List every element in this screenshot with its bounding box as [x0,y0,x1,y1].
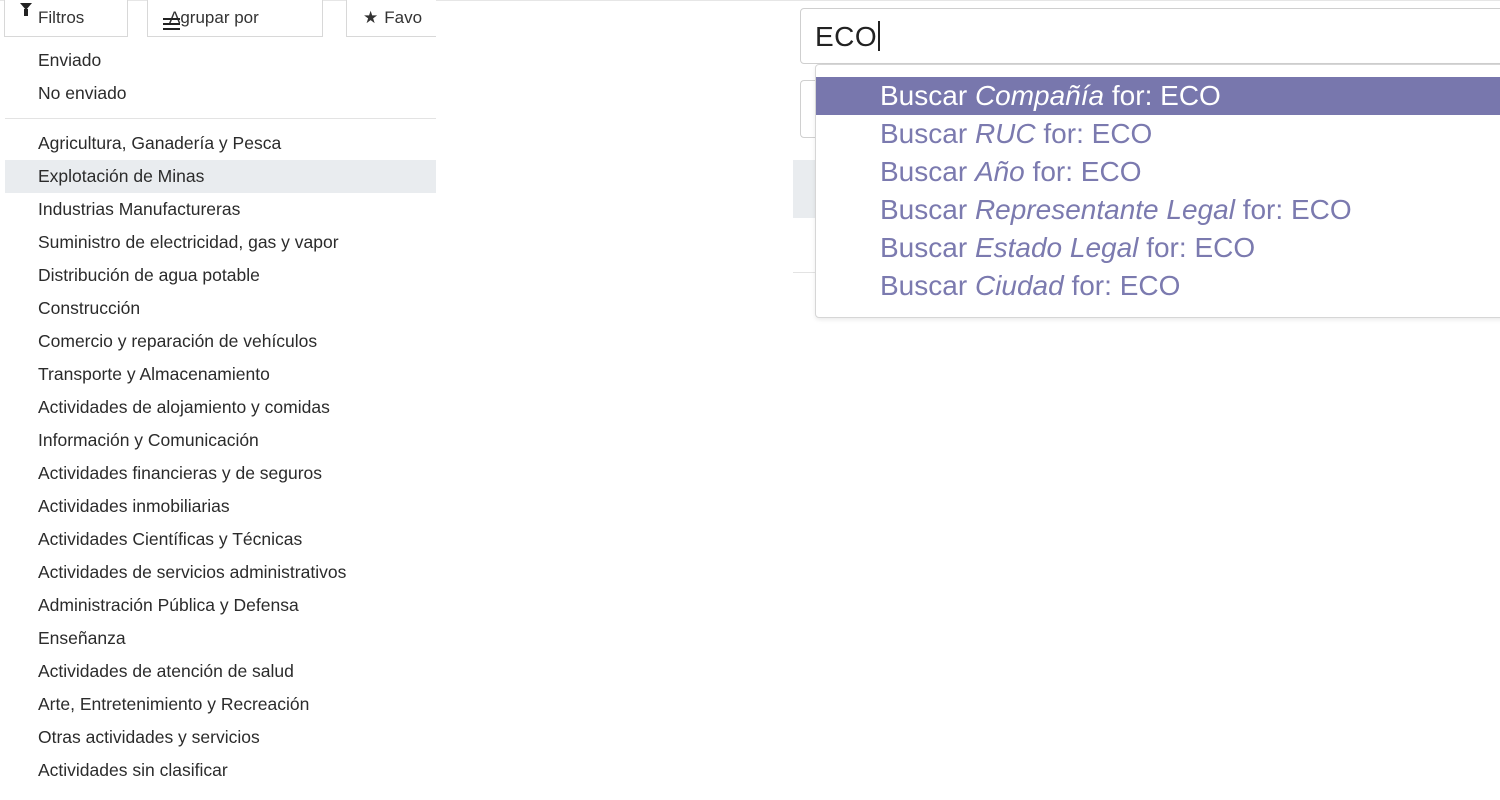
autocomplete-item-legal-status[interactable]: Buscar Estado Legal for: ECO [816,229,1500,267]
ac-query: ECO [1290,194,1352,225]
filter-item[interactable]: Distribución de agua potable [5,259,436,292]
filter-item[interactable]: Enviado [5,44,436,77]
search-value: ECO [815,21,881,53]
filter-item[interactable]: Actividades de atención de salud [5,655,436,688]
ac-prefix: Buscar [880,118,968,149]
filter-item[interactable]: Enseñanza [5,622,436,655]
filters-label: Filtros [38,8,85,27]
ac-connector: for: [1043,118,1084,149]
autocomplete-item-company[interactable]: Buscar Compañía for: ECO [816,77,1500,115]
ac-field: Representante Legal [974,194,1235,225]
ac-connector: for: [1071,270,1112,301]
autocomplete-item-year[interactable]: Buscar Año for: ECO [816,153,1500,191]
ac-field: Año [974,156,1025,187]
filter-item-highlighted[interactable]: Explotación de Minas [5,160,436,193]
ac-prefix: Buscar [880,156,968,187]
filter-item[interactable]: Transporte y Almacenamiento [5,358,436,391]
group-by-button[interactable]: Agrupar por [147,0,323,37]
ac-connector: for: [1111,80,1153,111]
ac-connector: for: [1242,194,1284,225]
search-query-text: ECO [815,21,878,52]
filter-item[interactable]: Otras actividades y servicios [5,721,436,754]
filter-item[interactable]: Información y Comunicación [5,424,436,457]
filter-item[interactable]: Actividades financieras y de seguros [5,457,436,490]
filter-divider [5,118,436,119]
ac-field: Estado Legal [974,232,1139,263]
filters-dropdown: Enviado No enviado Agricultura, Ganaderí… [5,44,436,787]
filters-button[interactable]: Filtros [4,0,128,37]
ac-prefix: Buscar [880,232,968,263]
autocomplete-item-ruc[interactable]: Buscar RUC for: ECO [816,115,1500,153]
filter-icon [20,3,32,29]
text-caret [878,21,881,51]
filter-item[interactable]: Actividades de servicios administrativos [5,556,436,589]
ac-prefix: Buscar [880,194,968,225]
autocomplete-item-legal-rep[interactable]: Buscar Representante Legal for: ECO [816,191,1500,229]
ac-field: Compañía [974,80,1105,111]
ac-query: ECO [1160,80,1221,111]
favorites-button[interactable]: ★ Favo [346,0,436,37]
ac-query: ECO [1119,270,1181,301]
filter-item[interactable]: Industrias Manufactureras [5,193,436,226]
ac-prefix: Buscar [880,80,968,111]
filter-item[interactable]: Actividades Científicas y Técnicas [5,523,436,556]
ac-prefix: Buscar [880,270,968,301]
filter-item[interactable]: Arte, Entretenimiento y Recreación [5,688,436,721]
star-icon: ★ [363,8,379,27]
filter-item[interactable]: Actividades sin clasificar [5,754,436,787]
ac-query: ECO [1091,118,1153,149]
filter-item[interactable]: Administración Pública y Defensa [5,589,436,622]
ac-connector: for: [1146,232,1187,263]
search-autocomplete: Buscar Compañía for: ECO Buscar RUC for:… [815,64,1500,318]
filter-item[interactable]: No enviado [5,77,436,110]
ac-field: Ciudad [974,270,1064,301]
filter-item[interactable]: Actividades inmobiliarias [5,490,436,523]
favorites-label: Favo [384,8,423,27]
filter-item[interactable]: Actividades de alojamiento y comidas [5,391,436,424]
ac-query: ECO [1194,232,1256,263]
filter-item[interactable]: Suministro de electricidad, gas y vapor [5,226,436,259]
search-toolbar: Filtros Agrupar por ★ Favo [0,0,436,44]
autocomplete-item-city[interactable]: Buscar Ciudad for: ECO [816,267,1500,305]
group-by-label: Agrupar por [169,8,259,27]
filter-item[interactable]: Comercio y reparación de vehículos [5,325,436,358]
filter-item[interactable]: Agricultura, Ganadería y Pesca [5,127,436,160]
ac-connector: for: [1032,156,1074,187]
ac-field: RUC [974,118,1036,149]
filter-item[interactable]: Construcción [5,292,436,325]
search-input[interactable]: ECO [800,8,1500,64]
ac-query: ECO [1080,156,1142,187]
